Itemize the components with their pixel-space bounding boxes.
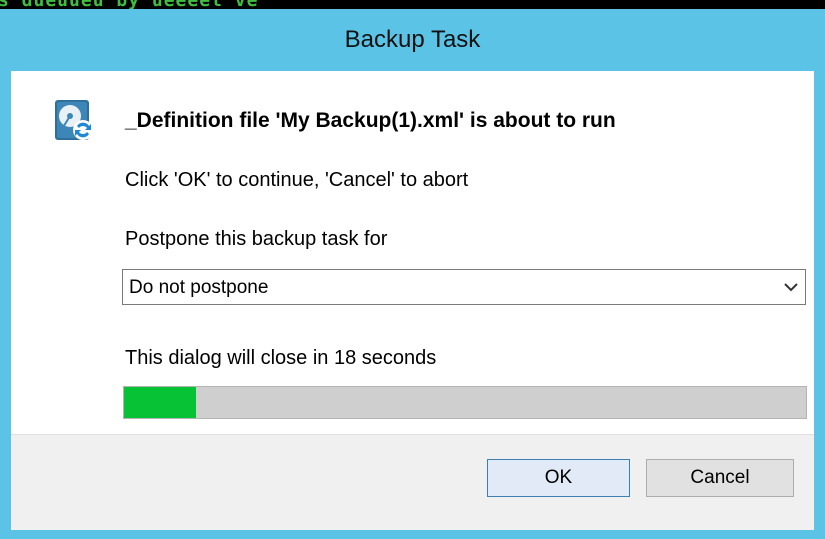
postpone-selected-value: Do not postpone: [129, 277, 269, 298]
ok-button[interactable]: OK: [487, 459, 630, 497]
postpone-dropdown[interactable]: Do not postpone: [122, 269, 806, 305]
message-heading: _Definition file 'My Backup(1).xml' is a…: [125, 109, 616, 132]
backup-drive-icon: [52, 98, 96, 142]
postpone-label: Postpone this backup task for: [125, 228, 388, 250]
countdown-progress-bar: [123, 386, 807, 419]
countdown-text: This dialog will close in 18 seconds: [125, 347, 437, 369]
window-title: Backup Task: [344, 26, 481, 53]
progress-fill: [124, 387, 196, 418]
dialog-footer: OK Cancel: [11, 434, 814, 530]
instruction-text: Click 'OK' to continue, 'Cancel' to abor…: [125, 169, 469, 191]
dialog-content: _Definition file 'My Backup(1).xml' is a…: [11, 71, 814, 434]
cancel-button[interactable]: Cancel: [646, 459, 794, 497]
chevron-down-icon[interactable]: [783, 280, 799, 294]
backup-task-dialog: Backup Task _Definition file 'My Backup(…: [0, 9, 825, 539]
title-bar[interactable]: Backup Task: [0, 9, 825, 71]
